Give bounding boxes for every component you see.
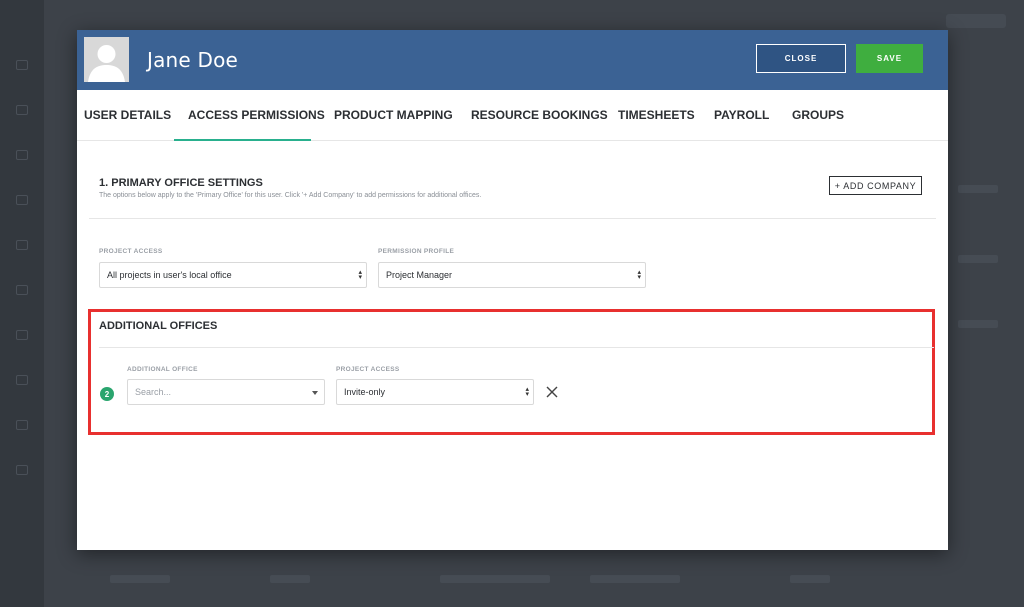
background-sidebar	[0, 0, 44, 607]
permission-profile-select[interactable]: Project Manager ▴ ▾	[378, 262, 646, 288]
save-button[interactable]: SAVE	[856, 44, 923, 73]
background-placeholder	[958, 185, 998, 193]
close-button[interactable]: CLOSE	[756, 44, 846, 73]
additional-office-placeholder: Search...	[135, 387, 172, 397]
office-number-badge: 2	[100, 387, 114, 401]
additional-project-access-select[interactable]: Invite-only ▴ ▾	[336, 379, 534, 405]
additional-office-label: ADDITIONAL OFFICE	[127, 366, 198, 373]
background-nav-icon	[16, 285, 28, 295]
background-nav-icon	[16, 195, 28, 205]
background-placeholder	[958, 320, 998, 328]
tab-product-mapping[interactable]: PRODUCT MAPPING	[334, 108, 453, 122]
background-nav-icon	[16, 465, 28, 475]
background-nav-icon	[16, 375, 28, 385]
background-placeholder	[590, 575, 680, 583]
project-access-label: PROJECT ACCESS	[99, 248, 163, 255]
primary-office-title: 1. PRIMARY OFFICE SETTINGS	[99, 177, 263, 189]
close-x-icon[interactable]	[544, 384, 560, 400]
tab-timesheets[interactable]: TIMESHEETS	[618, 108, 695, 122]
background-placeholder	[270, 575, 310, 583]
additional-project-access-value: Invite-only	[344, 387, 386, 397]
user-edit-modal: Jane Doe CLOSE SAVE USER DETAILS ACCESS …	[77, 30, 948, 550]
background-nav-icon	[16, 240, 28, 250]
active-tab-indicator	[174, 139, 311, 141]
background-nav-icon	[16, 105, 28, 115]
tab-resource-bookings[interactable]: RESOURCE BOOKINGS	[471, 108, 608, 122]
tab-bar: USER DETAILS ACCESS PERMISSIONS PRODUCT …	[77, 90, 948, 141]
background-nav-icon	[16, 330, 28, 340]
background-user-menu	[946, 14, 1006, 28]
caret-down-icon	[312, 391, 318, 395]
user-silhouette-icon	[84, 37, 129, 82]
modal-header: Jane Doe CLOSE SAVE	[77, 30, 948, 90]
tab-user-details[interactable]: USER DETAILS	[84, 108, 171, 122]
project-access-select[interactable]: All projects in user's local office ▴ ▾	[99, 262, 367, 288]
updown-arrows-icon: ▴ ▾	[525, 386, 529, 398]
background-placeholder	[958, 255, 998, 263]
background-nav-icon	[16, 60, 28, 70]
subsection-divider	[99, 347, 934, 348]
background-placeholder	[110, 575, 170, 583]
tab-payroll[interactable]: PAYROLL	[714, 108, 769, 122]
add-company-button[interactable]: + ADD COMPANY	[829, 176, 922, 195]
background-placeholder	[440, 575, 550, 583]
tab-access-permissions[interactable]: ACCESS PERMISSIONS	[188, 108, 325, 122]
permission-profile-value: Project Manager	[386, 270, 453, 280]
additional-office-search-select[interactable]: Search...	[127, 379, 325, 405]
project-access-value: All projects in user's local office	[107, 270, 232, 280]
updown-arrows-icon: ▴ ▾	[637, 269, 641, 281]
additional-offices-title: ADDITIONAL OFFICES	[99, 320, 218, 332]
background-nav-icon	[16, 420, 28, 430]
updown-arrows-icon: ▴ ▾	[358, 269, 362, 281]
section-divider	[89, 218, 936, 219]
background-nav-icon	[16, 150, 28, 160]
permission-profile-label: PERMISSION PROFILE	[378, 248, 455, 255]
user-name: Jane Doe	[147, 48, 239, 72]
primary-office-description: The options below apply to the 'Primary …	[99, 192, 482, 199]
additional-project-access-label: PROJECT ACCESS	[336, 366, 400, 373]
tab-groups[interactable]: GROUPS	[792, 108, 844, 122]
background-placeholder	[790, 575, 830, 583]
